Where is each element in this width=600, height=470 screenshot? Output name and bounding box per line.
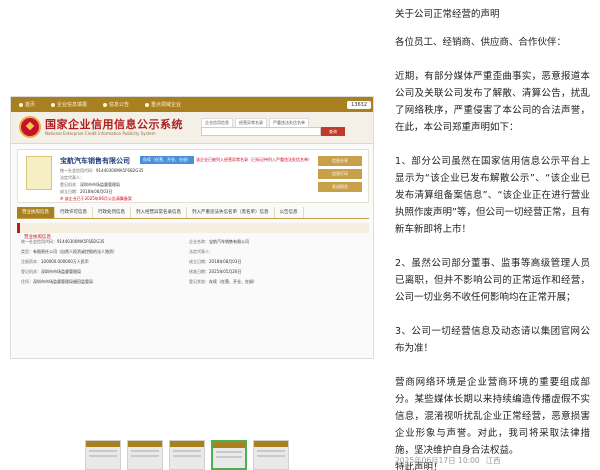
thumbnail[interactable]	[169, 440, 205, 470]
info-capital: 注册资本：100000.000000万人民币	[21, 259, 89, 264]
field-credit-code: 统一社会信用代码：91440300MA5F6B2G35	[60, 168, 144, 173]
nav-report: 企业信息填报	[43, 101, 95, 108]
company-name: 宝航汽车销售有限公司	[60, 157, 130, 165]
post-location: 江西	[485, 456, 501, 465]
info-established: 成立日期：2018年08月03日	[189, 259, 242, 264]
gsxt-screenshot[interactable]: 首页 企业信息填报 信息公告 重点领域企业 13632 国家企业信用信息公示系统…	[10, 96, 374, 359]
statement-paragraph: 近期，有部分媒体严重歪曲事实，恶意报道本公司及关联公司发布了解散、清算公告，扰乱…	[395, 71, 590, 133]
field-authority: 登记机关：深圳市市场监督管理局	[60, 182, 120, 187]
info-status: 登记状态：存续（在营、开业、在册）	[189, 279, 257, 284]
image-thumbnails	[85, 440, 289, 470]
key-areas-icon	[145, 102, 150, 107]
post-page: 首页 企业信息填报 信息公告 重点领域企业 13632 国家企业信用信息公示系统…	[0, 0, 600, 470]
statement-title: 关于公司正常经营的声明	[395, 9, 500, 20]
nav-counter: 13632	[347, 100, 371, 109]
report-icon	[51, 102, 56, 107]
search-button: 查询	[321, 127, 345, 136]
statement-pane: 关于公司正常经营的声明 各位员工、经销商、供应商、合作伙伴： 近期，有部分媒体严…	[385, 0, 600, 470]
gsxt-topnav: 首页 企业信息填报 信息公告 重点领域企业 13632	[11, 97, 373, 112]
thumbnail-selected[interactable]	[211, 440, 247, 470]
nav-home: 首页	[11, 101, 43, 108]
tab-penalty: 行政处罚信息	[93, 207, 131, 218]
home-icon	[19, 102, 23, 107]
company-card: 宝航汽车销售有限公司 存续（在营、开业、在册） 该企业已被列入经营异常名录（已标…	[17, 149, 369, 203]
info-company-name: 企业名称：宝航汽车销售有限公司	[189, 239, 249, 244]
field-legal-rep: 法定代表人：	[60, 175, 84, 180]
tab-permit: 行政许可信息	[55, 207, 93, 218]
statement-paragraph: 3、公司一切经营信息及动态请以集团官网公布为准！	[395, 326, 590, 354]
info-type: 类型：有限责任公司（自然人投资或控股的法人独资）	[21, 249, 117, 254]
info-legal-rep: 法定代表人：	[189, 249, 213, 254]
tab-abnormal: 列入经营异常名录信息	[131, 207, 187, 218]
thumbnail[interactable]	[253, 440, 289, 470]
license-icon	[26, 156, 52, 190]
tab-announcement: 公告信息	[275, 207, 304, 218]
thumbnail[interactable]	[127, 440, 163, 470]
field-established: 成立日期：2018年08月03日	[60, 189, 113, 194]
info-approved: 核准日期：2025年05月26日	[189, 269, 242, 274]
liquidation-notice: ※ 该企业已于2025年06月公告清算备案	[60, 196, 132, 201]
notice-icon	[103, 102, 108, 107]
image-pane: 首页 企业信息填报 信息公告 重点领域企业 13632 国家企业信用信息公示系统…	[0, 0, 385, 470]
post-date: 2025年06月17日 10:00	[395, 456, 480, 465]
national-emblem-icon	[19, 116, 41, 138]
statement-paragraph: 2、虽然公司部分董事、监事等高级管理人员已离职，但并不影响公司的正常运作和经营，…	[395, 258, 590, 303]
site-subtitle: National Enterprise Credit Information P…	[45, 131, 156, 136]
post-meta: 2025年06月17日 10:00 江西	[395, 455, 501, 466]
info-tabs: 营业执照信息 行政许可信息 行政处罚信息 列入经营异常名录信息 列入严重违法失信…	[17, 207, 369, 219]
site-title: 国家企业信用信息公示系统	[45, 118, 183, 131]
status-badge: 存续（在营、开业、在册）	[140, 156, 194, 164]
statement-greeting: 各位员工、经销商、供应商、合作伙伴：	[395, 37, 567, 48]
section-header: 营业执照信息	[17, 223, 369, 240]
gsxt-banner: 国家企业信用信息公示系统 National Enterprise Credit …	[11, 112, 373, 144]
info-address: 住所：深圳市市场监督管理局福田监管局	[21, 279, 93, 284]
statement-paragraph: 1、部分公司虽然在国家信用信息公示平台上显示为“该企业已发布解散公示”、“该企业…	[395, 156, 590, 235]
send-report-button: 发送报告	[318, 182, 362, 192]
search-input	[201, 127, 321, 136]
tab-license: 营业执照信息	[17, 207, 55, 218]
share-button: 信息分享	[318, 156, 362, 166]
tab-blacklist: 列入严重违法失信名单（黑名单）信息	[187, 207, 275, 218]
nav-key-areas: 重点领域企业	[137, 101, 189, 108]
nav-notice: 信息公告	[95, 101, 137, 108]
print-button: 信息打印	[318, 169, 362, 179]
abnormal-warning: 该企业已被列入经营异常名录（已标记待列入严重违法失信名单）	[196, 157, 312, 162]
statement-paragraph: 营商网络环境是企业营商环境的重要组成部分。某些媒体长期以来持续编造传播虚假不实信…	[395, 377, 590, 456]
info-authority: 登记机关：深圳市市场监督管理局	[21, 269, 81, 274]
thumbnail[interactable]	[85, 440, 121, 470]
info-credit-code: 统一社会信用代码：91440300MA5F6B2G35	[21, 239, 105, 244]
